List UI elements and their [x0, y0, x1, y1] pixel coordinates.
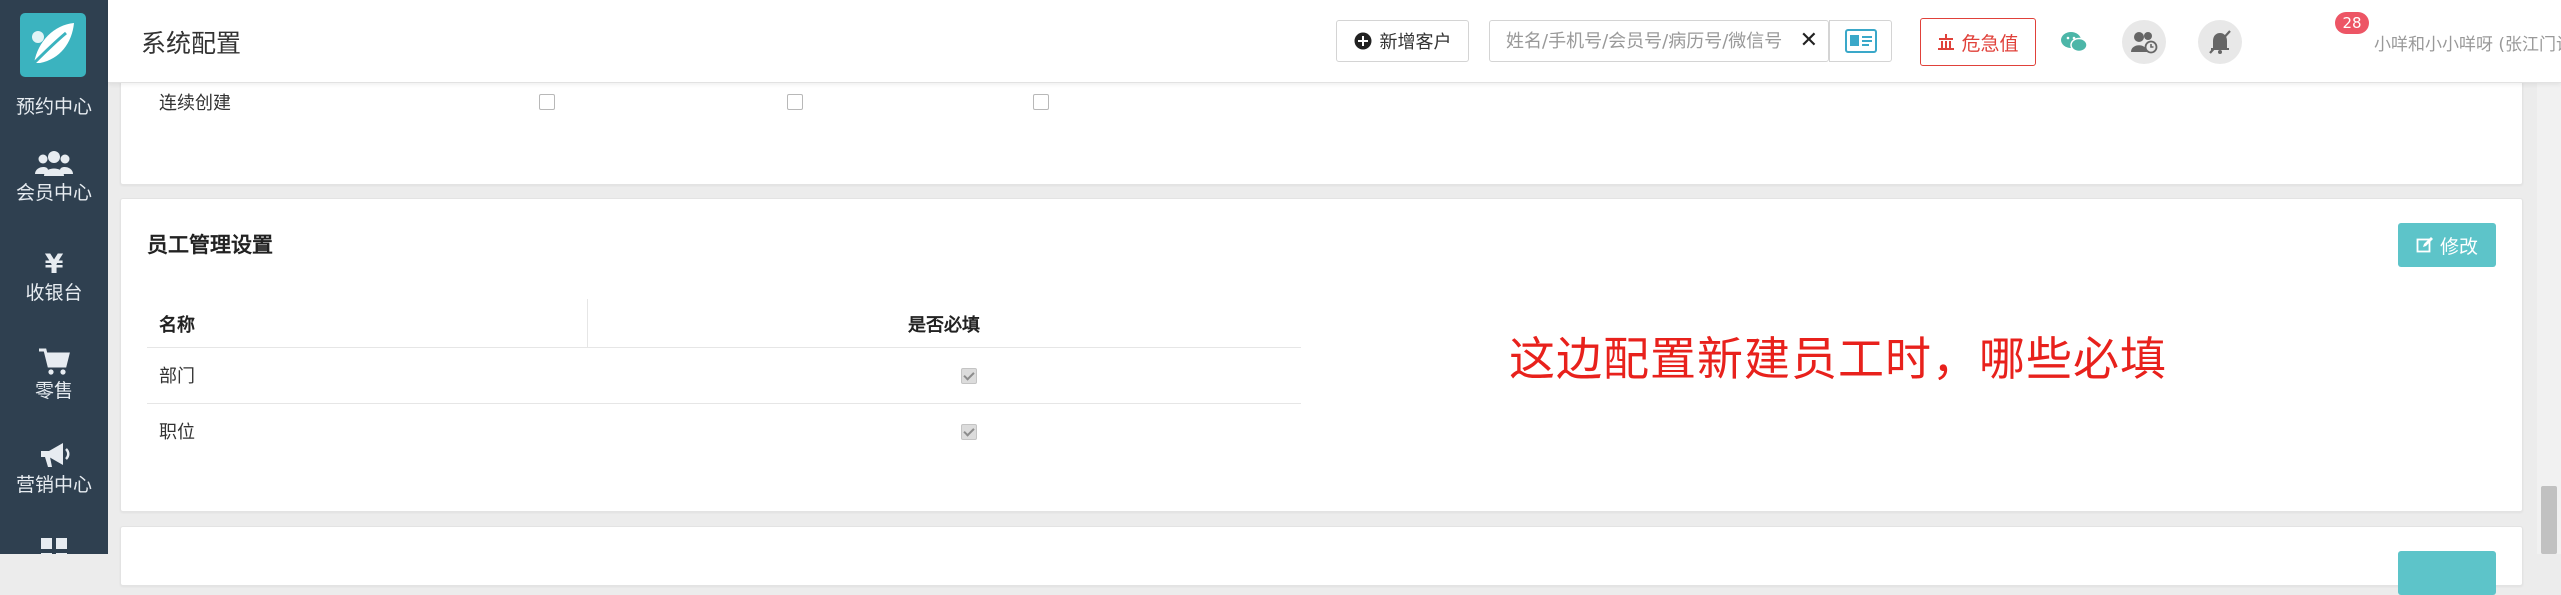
- notifications-muted-icon[interactable]: [2198, 20, 2242, 64]
- id-card-button[interactable]: [1829, 20, 1892, 62]
- new-customer-button[interactable]: 新增客户: [1336, 20, 1469, 62]
- sidebar: 预约中心 会员中心 ¥ 收银台 零售 营销中心: [0, 0, 108, 554]
- search-input[interactable]: [1490, 21, 1790, 61]
- sidebar-item-label: 会员中心: [15, 182, 92, 204]
- users-icon: [0, 148, 108, 182]
- top-header: 系统配置 新增客户 ✕ 危急值: [108, 0, 2561, 83]
- sidebar-item-label: 收银台: [25, 282, 83, 304]
- grid-icon: [0, 536, 108, 554]
- staff-required-table: 名称 是否必填 部门 职位: [147, 299, 1301, 459]
- annotation-note: 这边配置新建员工时，哪些必填: [1509, 332, 2167, 386]
- column-header-required: 是否必填: [908, 315, 980, 336]
- staff-settings-panel: 员工管理设置 修改 名称 是否必填 部门 职位 这边配置新建员工时，哪些必填: [120, 198, 2523, 512]
- column-header-name: 名称: [159, 315, 195, 336]
- row-name: 部门: [159, 366, 195, 387]
- members-clock-icon[interactable]: [2122, 20, 2166, 64]
- continuous-create-checkbox-3[interactable]: [1033, 94, 1049, 110]
- sidebar-item-more[interactable]: [0, 536, 108, 554]
- notification-badge: 28: [2335, 12, 2369, 34]
- page-scrollbar[interactable]: [2537, 82, 2561, 554]
- edit-button-label: 修改: [2439, 235, 2478, 258]
- sidebar-item-retail[interactable]: 零售: [0, 346, 108, 402]
- plus-circle-icon: [1354, 32, 1371, 50]
- scrollbar-thumb[interactable]: [2541, 486, 2557, 554]
- sidebar-item-appointment[interactable]: 预约中心: [0, 96, 108, 118]
- edit-icon: [2416, 237, 2433, 253]
- yen-icon: ¥: [44, 249, 64, 280]
- sidebar-item-marketing[interactable]: 营销中心: [0, 440, 108, 496]
- sidebar-item-members[interactable]: 会员中心: [0, 148, 108, 204]
- continuous-create-checkbox-1[interactable]: [539, 94, 555, 110]
- critical-icon: [1938, 34, 1955, 50]
- continuous-create-label: 连续创建: [159, 93, 231, 114]
- next-settings-panel: [120, 526, 2523, 595]
- table-header: 名称 是否必填: [147, 299, 1301, 348]
- critical-value-label: 危急值: [1961, 32, 2019, 55]
- edit-button-next[interactable]: [2398, 551, 2496, 595]
- wechat-icon[interactable]: [2052, 20, 2096, 64]
- table-row: 职位: [147, 404, 1301, 459]
- id-card-icon: [1844, 29, 1877, 53]
- search-box: ✕: [1489, 20, 1829, 62]
- required-checkbox-position[interactable]: [961, 424, 977, 440]
- row-name: 职位: [159, 422, 195, 443]
- new-customer-label: 新增客户: [1379, 32, 1452, 53]
- page-title: 系统配置: [141, 29, 242, 58]
- leaf-logo-icon: [32, 23, 74, 65]
- sidebar-item-label: 营销中心: [15, 474, 92, 496]
- megaphone-icon: [0, 440, 108, 474]
- table-row: 部门: [147, 348, 1301, 404]
- logo[interactable]: [20, 13, 86, 77]
- edit-button[interactable]: 修改: [2398, 223, 2496, 267]
- sidebar-item-label: 预约中心: [15, 96, 92, 118]
- critical-value-button[interactable]: 危急值: [1920, 18, 2036, 66]
- cart-icon: [0, 346, 108, 380]
- section-title: 员工管理设置: [147, 233, 273, 257]
- clear-icon[interactable]: ✕: [1800, 29, 1818, 53]
- sidebar-item-label: 零售: [34, 380, 73, 402]
- user-menu[interactable]: 小咩和小小咩呀 (张江门诊部) ⌄: [2374, 30, 2561, 55]
- required-checkbox-department[interactable]: [961, 368, 977, 384]
- continuous-create-checkbox-2[interactable]: [787, 94, 803, 110]
- sidebar-item-cashier[interactable]: ¥ 收银台: [0, 248, 108, 304]
